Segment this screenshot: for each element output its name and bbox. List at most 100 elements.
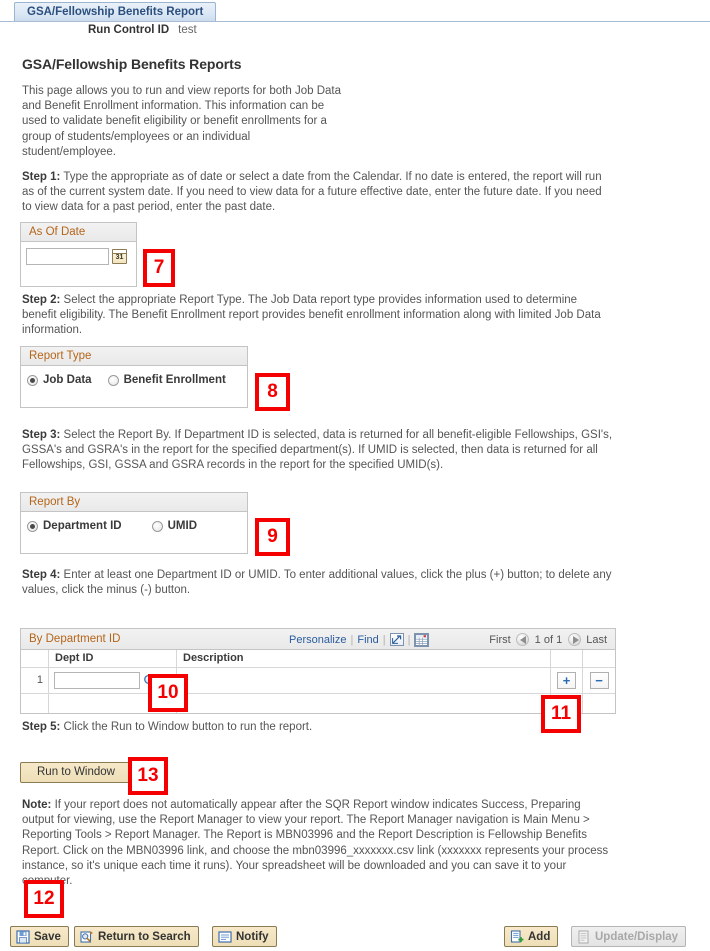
radio-report-by-umid[interactable]: UMID: [151, 520, 197, 532]
step-4-label: Step 4:: [22, 569, 61, 581]
step-1-label: Step 1:: [22, 171, 61, 183]
toolbar-separator: |: [350, 633, 354, 646]
update-display-button: Update/Display: [571, 926, 687, 947]
run-control-id-label: Run Control ID: [88, 24, 170, 36]
page-counter: 1 of 1: [534, 633, 563, 646]
radio-report-type-job-data[interactable]: Job Data: [27, 374, 92, 386]
page-title: GSA/Fellowship Benefits Reports: [22, 56, 242, 72]
tab-gsa-fellowship-benefits-report[interactable]: GSA/Fellowship Benefits Report: [14, 2, 217, 21]
step-3-label: Step 3:: [22, 429, 61, 441]
update-display-icon: [577, 929, 591, 944]
radio-report-by-department-id-label: Department ID: [43, 520, 122, 532]
save-button-label: Save: [34, 930, 61, 943]
step-3-text: Select the Report By. If Department ID i…: [22, 429, 613, 472]
add-button[interactable]: Add: [504, 926, 559, 947]
by-department-id-grid: By Department ID Personalize | Find | |: [20, 628, 616, 714]
next-arrow-icon[interactable]: [568, 633, 582, 646]
notify-button-label: Notify: [236, 930, 269, 943]
notify-envelope-icon: [218, 930, 232, 944]
callout-9: 9: [255, 518, 290, 556]
step-4-instructions: Step 4: Enter at least one Department ID…: [22, 568, 614, 598]
table-row: 1 + −: [21, 668, 615, 694]
radio-filled-icon: [27, 374, 38, 386]
column-header-description: Description: [177, 650, 551, 667]
as-of-date-group: As Of Date: [20, 222, 137, 287]
radio-report-type-benefit-enrollment-label: Benefit Enrollment: [123, 374, 226, 386]
report-type-group: Report Type Job Data Benefit Enrollment: [20, 346, 248, 408]
return-to-search-button[interactable]: Return to Search: [74, 926, 199, 947]
grid-icon[interactable]: [414, 632, 430, 647]
description-cell: [177, 668, 551, 693]
tab-strip: GSA/Fellowship Benefits Report: [0, 0, 710, 22]
report-by-group: Report By Department ID UMID: [20, 492, 248, 554]
toolbar-separator: |: [407, 633, 411, 646]
save-disk-icon: [16, 929, 30, 944]
run-to-window-button[interactable]: Run to Window: [20, 762, 132, 783]
report-type-radio-row: Job Data Benefit Enrollment: [27, 374, 241, 386]
callout-10: 10: [148, 674, 188, 712]
grid-toolbar: Personalize | Find | |: [289, 629, 430, 650]
grid-column-headers: Dept ID Description: [21, 650, 615, 668]
previous-arrow-icon[interactable]: [515, 633, 529, 646]
step-1-instructions: Step 1: Type the appropriate as of date …: [22, 170, 614, 216]
callout-12: 12: [24, 880, 64, 918]
first-page-link[interactable]: First: [489, 634, 510, 646]
save-button[interactable]: Save: [10, 926, 69, 947]
step-2-text: Select the appropriate Report Type. The …: [22, 294, 601, 337]
column-header-add: [551, 650, 583, 667]
radio-empty-icon: [151, 520, 163, 532]
update-display-button-label: Update/Display: [595, 930, 679, 943]
column-header-dept-id: Dept ID: [49, 650, 177, 667]
row-number: 1: [21, 668, 49, 693]
run-control-id-value: test: [178, 24, 197, 36]
as-of-date-field-row: [26, 248, 131, 265]
delete-row-button[interactable]: −: [589, 672, 609, 689]
step-2-instructions: Step 2: Select the appropriate Report Ty…: [22, 293, 614, 339]
personalize-link[interactable]: Personalize: [289, 634, 346, 646]
new-window-icon[interactable]: [389, 633, 404, 646]
callout-7: 7: [143, 249, 175, 287]
callout-8: 8: [255, 373, 290, 411]
step-5-instructions: Step 5: Click the Run to Window button t…: [22, 720, 614, 735]
radio-report-by-department-id[interactable]: Department ID: [27, 520, 122, 532]
radio-filled-icon: [27, 520, 38, 532]
radio-report-type-benefit-enrollment[interactable]: Benefit Enrollment: [107, 374, 226, 386]
add-row-cell: +: [551, 668, 583, 693]
run-control-row: Run Control ID test: [88, 24, 197, 36]
bottom-toolbar: Save Return to Search Notify Add Update/…: [0, 924, 710, 951]
grid-title-bar: By Department ID Personalize | Find | |: [21, 629, 615, 650]
toolbar-separator: |: [382, 633, 386, 646]
callout-11: 11: [541, 695, 581, 733]
add-button-label: Add: [528, 930, 551, 943]
add-row-button[interactable]: +: [557, 672, 576, 689]
delete-row-cell: −: [583, 668, 615, 693]
note-label: Note:: [22, 799, 52, 811]
calendar-icon[interactable]: [112, 249, 127, 264]
column-header-delete: [583, 650, 615, 667]
note-text: If your report does not automatically ap…: [22, 799, 609, 887]
return-to-search-button-label: Return to Search: [98, 930, 191, 943]
dept-id-input[interactable]: [54, 672, 140, 689]
last-page-link[interactable]: Last: [586, 634, 607, 646]
step-4-text: Enter at least one Department ID or UMID…: [22, 569, 612, 597]
report-type-group-label: Report Type: [21, 347, 247, 366]
grid-pagination: First 1 of 1 Last: [489, 629, 607, 650]
radio-report-type-job-data-label: Job Data: [43, 374, 92, 386]
report-by-radio-row: Department ID UMID: [27, 520, 241, 532]
step-5-text: Click the Run to Window button to run th…: [60, 721, 313, 733]
search-back-icon: [80, 930, 94, 944]
intro-paragraph: This page allows you to run and view rep…: [22, 85, 341, 158]
find-link[interactable]: Find: [357, 634, 378, 646]
as-of-date-input[interactable]: [26, 248, 109, 265]
callout-13: 13: [128, 757, 168, 795]
grid-title: By Department ID: [29, 633, 121, 645]
step-5-label: Step 5:: [22, 721, 61, 733]
radio-empty-icon: [107, 374, 119, 386]
as-of-date-group-label: As Of Date: [21, 223, 136, 242]
step-1-text: Type the appropriate as of date or selec…: [22, 171, 602, 214]
report-by-group-label: Report By: [21, 493, 247, 512]
step-2-label: Step 2:: [22, 294, 61, 306]
notify-button[interactable]: Notify: [212, 926, 277, 947]
grid-footer: [21, 694, 615, 713]
add-document-icon: [510, 929, 524, 944]
